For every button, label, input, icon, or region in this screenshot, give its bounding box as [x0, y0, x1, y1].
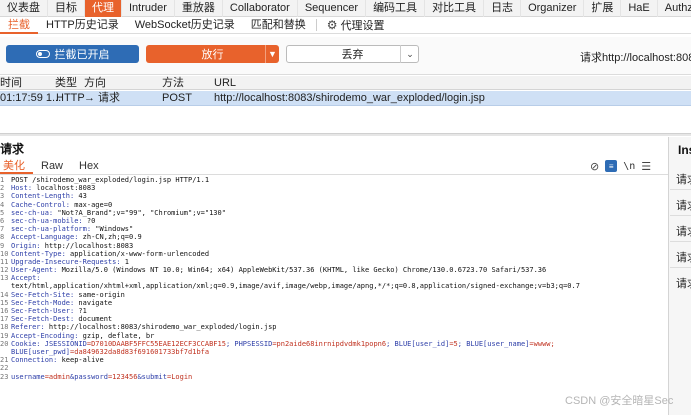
header-line: 13 Accept:: [0, 274, 41, 283]
header-line: 2 Host: localhost:8083: [0, 184, 96, 193]
tab-dashboard[interactable]: 仪表盘: [0, 0, 48, 17]
newline-toggle[interactable]: \n: [623, 161, 635, 172]
request-panel-title: 请求: [0, 142, 25, 156]
intercept-toolbar: 拦截已开启 放行 ▼ 丢弃 ⌄ 请求http://localhost:8083: [0, 37, 691, 75]
divider: [315, 19, 317, 31]
col-header-url[interactable]: URL: [214, 76, 236, 90]
editor-tools: ⊘ ≡ \n ☰: [590, 158, 651, 174]
intercept-label: 拦截已开启: [54, 49, 110, 61]
toggle-icon: [35, 50, 50, 58]
tab-raw[interactable]: Raw: [33, 158, 71, 174]
proxy-subnav: 拦截 HTTP历史记录 WebSocket历史记录 匹配和替换 ⚙ 代理设置: [0, 17, 691, 34]
table-row[interactable]: 01:17:59 1... HTTP → 请求 POST http://loca…: [0, 91, 691, 106]
watermark: CSDN @安全暗星Sec: [565, 395, 674, 407]
header-line: 8 Accept-Language: zh-CN,zh;q=0.9: [0, 233, 142, 242]
subtab-match-replace[interactable]: 匹配和替换: [243, 17, 314, 34]
subtab-intercept[interactable]: 拦截: [0, 17, 38, 34]
header-line: 9 Origin: http://localhost:8083: [0, 241, 134, 250]
request-editor[interactable]: 1 POST /shirodemo_war_exploded/login.jsp …: [0, 176, 668, 415]
tab-collaborator[interactable]: Collaborator: [223, 0, 298, 17]
top-nav: 仪表盘 目标 代理 Intruder 重放器 Collaborator Sequ…: [0, 0, 691, 17]
tab-target[interactable]: 目标: [48, 0, 85, 17]
subtab-http-history[interactable]: HTTP历史记录: [38, 17, 127, 34]
header-line: 10 Content-Type: application/x-www-form-u…: [0, 249, 210, 258]
tab-authz[interactable]: Authz: [658, 0, 691, 17]
tab-hex[interactable]: Hex: [71, 158, 107, 174]
tab-hae[interactable]: HaE: [621, 0, 658, 17]
intercept-toggle-button[interactable]: 拦截已开启: [6, 45, 139, 63]
tab-intruder[interactable]: Intruder: [122, 0, 175, 17]
header-line: 7 sec-ch-ua-platform: "Windows": [0, 225, 134, 234]
col-header-time[interactable]: 时间: [0, 76, 22, 90]
proxy-settings-button[interactable]: ⚙ 代理设置: [319, 17, 393, 34]
tab-extensions[interactable]: 扩展: [584, 0, 622, 17]
header-line-continuation: text/html,application/xhtml+xml,applicat…: [11, 282, 580, 291]
tab-pretty[interactable]: 美化: [0, 158, 33, 174]
header-line: 19 Accept-Encoding: gzip, deflate, br: [0, 331, 155, 340]
col-header-method[interactable]: 方法: [162, 76, 184, 90]
cell-direction: → 请求: [84, 92, 121, 104]
tab-comparer[interactable]: 对比工具: [425, 0, 485, 17]
intercept-table-header: 时间 类型 方向 方法 URL: [0, 76, 691, 90]
menu-icon[interactable]: ☰: [641, 160, 651, 173]
tab-logger[interactable]: 日志: [484, 0, 522, 17]
inspector-item[interactable]: 请求: [676, 223, 691, 239]
header-line: 12 User-Agent: Mozilla/5.0 (Windows NT 10…: [0, 266, 547, 275]
header-line: 18 Referer: http://localhost:8083/shirode…: [0, 323, 277, 332]
subtab-websocket-history[interactable]: WebSocket历史记录: [127, 17, 243, 34]
header-line: 6 sec-ch-ua-mobile: ?0: [0, 216, 96, 225]
proxy-settings-label: 代理设置: [340, 19, 385, 32]
header-line: 5 sec-ch-ua: "Not?A_Brand";v="99", "Chrom…: [0, 208, 226, 217]
body-line: 23 username=admin&password=123456&submit=…: [0, 372, 193, 381]
forward-button[interactable]: 放行: [146, 45, 279, 63]
gear-icon: ⚙: [326, 17, 338, 32]
header-line: 11 Upgrade-Insecure-Requests: 1: [0, 257, 130, 266]
cell-type: HTTP: [56, 92, 85, 104]
forward-label: 放行: [201, 49, 224, 61]
tab-repeater[interactable]: 重放器: [175, 0, 223, 17]
inspector-item[interactable]: 请求: [676, 275, 691, 291]
request-line: 1 POST /shirodemo_war_exploded/login.jsp …: [0, 176, 210, 184]
eye-off-icon[interactable]: ⊘: [590, 160, 599, 173]
header-line: 16 Sec-Fetch-User: ?1: [0, 307, 87, 315]
inspector-item[interactable]: 请求: [676, 249, 691, 265]
request-view-tabs: 美化 Raw Hex: [0, 158, 668, 175]
col-header-type[interactable]: 类型: [55, 76, 77, 90]
header-line: 15 Sec-Fetch-Mode: navigate: [0, 298, 113, 307]
header-line: 17 Sec-Fetch-Dest: document: [0, 315, 113, 324]
header-line: 14 Sec-Fetch-Site: same-origin: [0, 290, 125, 299]
cookie-line: 20 Cookie: JSESSIONID=D7010DAABF5FFC55EAE…: [0, 339, 555, 348]
header-line: 21 Connection: keep-alive: [0, 356, 104, 365]
header-line: 3 Content-Length: 43: [0, 192, 87, 201]
cell-url: http://localhost:8083/shirodemo_war_expl…: [214, 92, 485, 104]
inspector-item[interactable]: 请求: [676, 171, 691, 187]
tab-organizer[interactable]: Organizer: [521, 0, 585, 17]
chevron-down-icon[interactable]: ⌄: [400, 45, 419, 63]
header-line: 4 Cache-Control: max-age=0: [0, 200, 113, 209]
drop-label: 丢弃: [341, 49, 364, 61]
pane-splitter[interactable]: [0, 133, 691, 136]
cell-method: POST: [162, 92, 192, 104]
cookie-line-continuation: BLUE[user_pwd]=da849632da8d83f691601733b…: [11, 347, 210, 356]
inspector-item[interactable]: 请求: [676, 197, 691, 213]
blank-line: 22: [0, 364, 9, 373]
inspector-clip: Insp 请求 请求 请求 请求 请求: [668, 137, 691, 415]
col-header-direction[interactable]: 方向: [84, 76, 106, 90]
request-target-url: 请求http://localhost:8083: [580, 52, 691, 64]
inspector-title: Insp: [678, 143, 691, 157]
chevron-down-icon[interactable]: ▼: [265, 45, 279, 63]
tab-proxy[interactable]: 代理: [85, 0, 122, 17]
cell-time: 01:17:59 1...: [0, 92, 62, 104]
wrap-lines-icon[interactable]: ≡: [605, 160, 618, 172]
tab-sequencer[interactable]: Sequencer: [298, 0, 367, 17]
tab-decoder[interactable]: 编码工具: [366, 0, 426, 17]
